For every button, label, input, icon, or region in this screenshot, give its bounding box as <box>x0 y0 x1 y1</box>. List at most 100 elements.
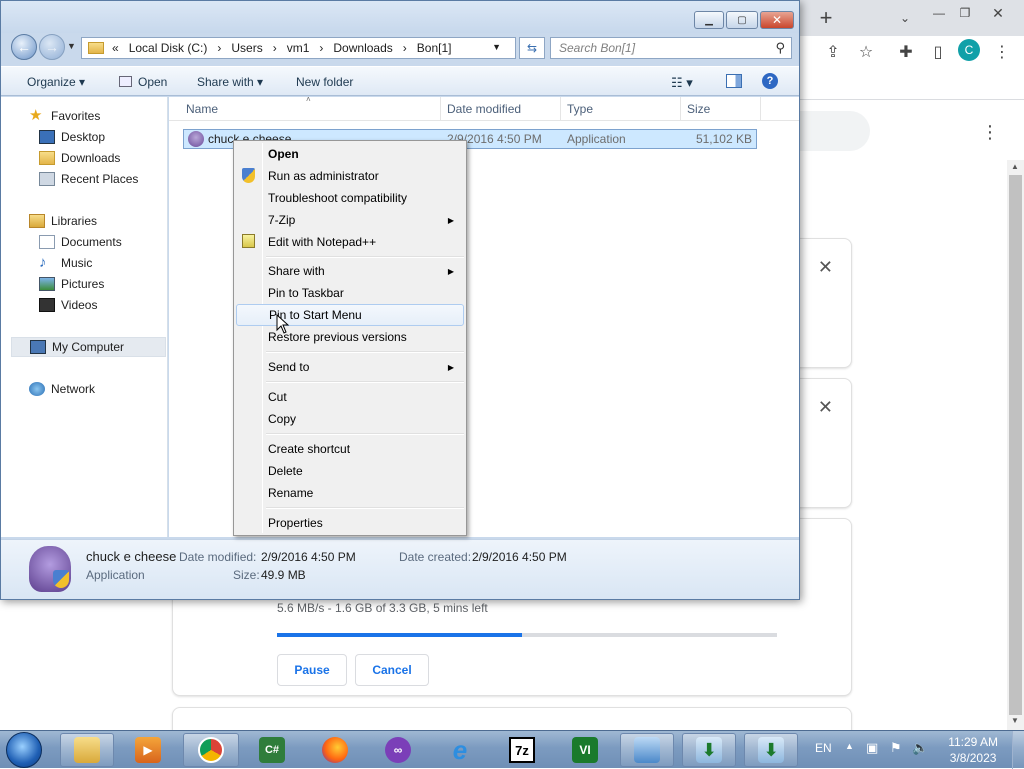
menu-item-open[interactable]: Open <box>236 143 464 165</box>
menu-item-share-with[interactable]: Share with ▶ <box>236 260 464 282</box>
close-button[interactable]: ✕ <box>760 11 794 29</box>
open-button[interactable]: Open <box>119 75 167 89</box>
address-dropdown-icon[interactable]: ▼ <box>492 42 501 52</box>
address-bar[interactable]: « Local Disk (C:) › Users › vm1 › Downlo… <box>81 37 516 59</box>
network-tray-icon[interactable]: ▣ <box>866 740 878 756</box>
menu-item-pin-taskbar[interactable]: Pin to Taskbar <box>236 282 464 304</box>
scrollbar-thumb[interactable] <box>1009 175 1022 715</box>
search-input[interactable]: Search Bon[1] ⚲ <box>550 37 792 59</box>
volume-icon[interactable]: 🔈 <box>912 740 928 756</box>
preview-pane-icon[interactable] <box>726 74 742 88</box>
taskbar-download-app-2[interactable]: ⬇ <box>744 733 798 767</box>
avatar[interactable]: C <box>958 39 980 61</box>
chevron-down-icon[interactable]: ⌄ <box>892 5 918 31</box>
share-icon[interactable]: ⇪ <box>820 39 846 65</box>
start-orb-icon[interactable] <box>6 732 42 768</box>
breadcrumb-users[interactable]: Users <box>231 41 262 55</box>
taskbar-7zip[interactable]: 7z <box>495 733 549 767</box>
menu-item-run-as-admin[interactable]: Run as administrator <box>236 165 464 187</box>
breadcrumb-bon[interactable]: Bon[1] <box>417 41 452 55</box>
column-divider[interactable] <box>760 97 761 121</box>
column-divider[interactable] <box>680 97 681 121</box>
breadcrumb-sep[interactable]: › <box>217 41 221 55</box>
taskbar-tor-mask[interactable]: ∞ <box>371 733 425 767</box>
column-type[interactable]: Type <box>567 102 593 116</box>
help-icon[interactable]: ? <box>762 73 778 89</box>
nav-network[interactable]: Network <box>29 379 95 399</box>
close-icon[interactable]: ✕ <box>818 397 833 418</box>
menu-item-restore-versions[interactable]: Restore previous versions <box>236 326 464 348</box>
minimize-button[interactable]: ▁ <box>694 11 724 29</box>
nav-downloads[interactable]: Downloads <box>39 148 120 168</box>
column-name[interactable]: Name <box>186 102 218 116</box>
nav-desktop[interactable]: Desktop <box>39 127 105 147</box>
taskbar-explorer[interactable] <box>60 733 114 767</box>
pause-button[interactable]: Pause <box>277 654 347 686</box>
scroll-up-icon[interactable]: ▲ <box>1011 162 1019 171</box>
cancel-button[interactable]: Cancel <box>355 654 429 686</box>
column-date-modified[interactable]: Date modified <box>447 102 521 116</box>
menu-item-edit-notepad[interactable]: Edit with Notepad++ <box>236 231 464 253</box>
scrollbar[interactable]: ▲ ▼ <box>1007 160 1024 730</box>
taskbar-vim[interactable]: VI <box>558 733 612 767</box>
plus-icon[interactable]: + <box>813 5 839 31</box>
search-icon[interactable]: ⚲ <box>775 40 785 56</box>
nav-pictures[interactable]: Pictures <box>39 274 104 294</box>
nav-favorites[interactable]: ★ Favorites <box>29 106 100 126</box>
flag-icon[interactable]: ⚑ <box>890 740 902 756</box>
organize-button[interactable]: Organize ▾ <box>27 75 85 89</box>
menu-item-rename[interactable]: Rename <box>236 482 464 504</box>
column-divider[interactable] <box>560 97 561 121</box>
close-icon[interactable]: ✕ <box>985 0 1011 26</box>
menu-item-create-shortcut[interactable]: Create shortcut <box>236 438 464 460</box>
taskbar-chrome[interactable] <box>183 733 239 767</box>
breadcrumb-sep[interactable]: › <box>403 41 407 55</box>
menu-item-delete[interactable]: Delete <box>236 460 464 482</box>
nav-my-computer[interactable]: My Computer <box>11 337 166 357</box>
restore-icon[interactable]: ❐ <box>952 0 978 26</box>
scroll-down-icon[interactable]: ▼ <box>1011 716 1019 725</box>
menu-item-7zip[interactable]: 7-Zip ▶ <box>236 209 464 231</box>
show-desktop-button[interactable] <box>1012 731 1024 769</box>
more-options-icon[interactable]: ⋮ <box>977 119 1003 145</box>
taskbar-firefox[interactable] <box>308 733 362 767</box>
nav-music[interactable]: ♪ Music <box>39 253 92 273</box>
taskbar-download-app-1[interactable]: ⬇ <box>682 733 736 767</box>
breadcrumb-overflow[interactable]: « <box>112 41 119 55</box>
menu-item-cut[interactable]: Cut <box>236 386 464 408</box>
new-folder-button[interactable]: New folder <box>296 75 353 89</box>
nav-libraries[interactable]: Libraries <box>29 211 97 231</box>
close-icon[interactable]: ✕ <box>818 257 833 278</box>
forward-button[interactable]: → <box>39 34 65 60</box>
menu-item-properties[interactable]: Properties <box>236 512 464 534</box>
clock[interactable]: 11:29 AM 3/8/2023 <box>948 734 998 766</box>
menu-item-pin-start[interactable]: Pin to Start Menu <box>236 304 464 326</box>
star-icon[interactable]: ☆ <box>853 39 879 65</box>
taskbar-internet-explorer[interactable]: e <box>433 733 487 767</box>
breadcrumb-downloads[interactable]: Downloads <box>333 41 392 55</box>
title-bar[interactable]: ▁ ▢ ✕ <box>1 1 799 33</box>
back-button[interactable]: ← <box>11 34 37 60</box>
breadcrumb-local-disk[interactable]: Local Disk (C:) <box>129 41 208 55</box>
recent-pages-icon[interactable]: ▼ <box>67 41 76 51</box>
nav-recent-places[interactable]: Recent Places <box>39 169 138 189</box>
minimize-icon[interactable]: — <box>926 0 952 26</box>
taskbar-control-panel[interactable] <box>620 733 674 767</box>
refresh-icon[interactable]: ⇆ <box>519 37 545 59</box>
breadcrumb-sep[interactable]: › <box>273 41 277 55</box>
show-hidden-icons-icon[interactable]: ▲ <box>845 741 854 751</box>
maximize-button[interactable]: ▢ <box>726 11 758 29</box>
share-with-button[interactable]: Share with ▾ <box>197 75 263 89</box>
breadcrumb-sep[interactable]: › <box>319 41 323 55</box>
view-options-icon[interactable]: ☷ ▾ <box>671 75 693 91</box>
menu-item-copy[interactable]: Copy <box>236 408 464 430</box>
language-indicator[interactable]: EN <box>815 741 832 755</box>
nav-documents[interactable]: Documents <box>39 232 122 252</box>
extensions-icon[interactable]: ✚ <box>893 39 919 65</box>
nav-videos[interactable]: Videos <box>39 295 97 315</box>
column-divider[interactable] <box>440 97 441 121</box>
side-panel-icon[interactable]: ▯ <box>925 39 951 65</box>
breadcrumb-vm1[interactable]: vm1 <box>287 41 310 55</box>
column-size[interactable]: Size <box>687 102 710 116</box>
menu-item-send-to[interactable]: Send to ▶ <box>236 356 464 378</box>
